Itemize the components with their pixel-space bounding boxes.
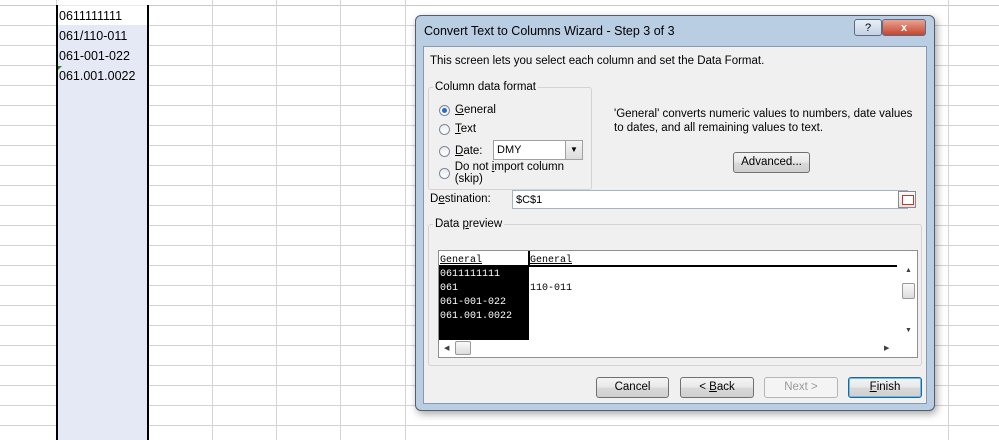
destination-input[interactable]: $C$1 [512, 190, 908, 209]
next-button[interactable]: Next > [764, 377, 838, 398]
preview-header-row [439, 251, 897, 267]
preview-vertical-scrollbar[interactable]: ▲ ▼ [900, 267, 917, 341]
cell-value[interactable]: 061-001-022 [59, 49, 130, 63]
radio-button[interactable] [439, 167, 450, 179]
group-legend: Column data format [433, 81, 538, 93]
dialog-title: Convert Text to Columns Wizard - Step 3 … [424, 24, 675, 38]
radio-button[interactable] [439, 145, 450, 157]
gridline [948, 0, 949, 440]
help-button[interactable]: ? [854, 19, 882, 36]
cell-value[interactable]: 0611111111 [59, 9, 122, 23]
preview-horizontal-scrollbar[interactable]: ◀ ▶ [439, 340, 899, 357]
column-format-group: Column data format General Text Date: Do… [428, 81, 592, 190]
radio-text[interactable]: Text [439, 121, 476, 137]
preview-cell: 0611111111 [440, 269, 501, 280]
back-button[interactable]: < Back [680, 377, 754, 398]
advanced-button[interactable]: Advanced... [733, 152, 810, 173]
preview-column-header[interactable]: General [440, 255, 482, 266]
scroll-thumb[interactable] [455, 341, 471, 355]
cancel-button[interactable]: Cancel [596, 377, 669, 398]
date-format-select[interactable]: DMY ▼ [493, 140, 583, 160]
radio-label: Date: [455, 145, 483, 157]
radio-general[interactable]: General [439, 102, 496, 118]
radio-button[interactable] [439, 104, 450, 116]
radio-label: Text [455, 123, 477, 135]
text-to-columns-dialog: Convert Text to Columns Wizard - Step 3 … [415, 15, 935, 411]
gridline [276, 0, 277, 440]
gridline [0, 425, 999, 426]
radio-button[interactable] [439, 123, 450, 135]
destination-value: $C$1 [516, 194, 543, 206]
destination-label: Destination: [430, 193, 491, 205]
group-legend: Data preview [433, 218, 505, 230]
format-explanation: 'General' converts numeric values to num… [614, 108, 913, 134]
gridline [340, 0, 341, 440]
gridline [405, 0, 406, 440]
cell-value[interactable]: 061/110-011 [59, 29, 127, 43]
preview-cell: 061-001-022 [440, 297, 507, 308]
scroll-down-icon[interactable]: ▼ [905, 327, 912, 334]
data-preview-pane[interactable]: General General 0611111111 061 061-001-0… [438, 250, 918, 358]
collapse-dialog-icon[interactable] [898, 191, 916, 208]
close-button[interactable]: x [882, 19, 926, 36]
preview-cell: 061 [440, 283, 459, 294]
finish-button[interactable]: Finish [848, 377, 922, 398]
cell-value[interactable]: 061.001.0022 [59, 69, 135, 83]
radio-label: General [455, 104, 496, 116]
scroll-thumb[interactable] [902, 283, 915, 299]
title-bar[interactable]: Convert Text to Columns Wizard - Step 3 … [416, 16, 934, 46]
radio-skip-column[interactable]: Do not import column (skip) [439, 161, 591, 185]
chevron-down-icon[interactable]: ▼ [565, 141, 582, 159]
preview-cell: 061.001.0022 [440, 311, 513, 322]
radio-label: Do not import column (skip) [454, 161, 565, 185]
scroll-up-icon[interactable]: ▲ [905, 267, 912, 274]
column-header-strip [0, 0, 999, 6]
dialog-client-area: This screen lets you select each column … [423, 46, 927, 404]
scroll-left-icon[interactable]: ◀ [444, 344, 449, 352]
gridline [212, 0, 213, 440]
scroll-right-icon[interactable]: ▶ [884, 344, 889, 352]
radio-date[interactable]: Date: [439, 143, 483, 159]
preview-column-header[interactable]: General [530, 255, 572, 266]
preview-cell: 110-011 [530, 283, 573, 294]
date-format-value: DMY [497, 144, 522, 156]
step-description: This screen lets you select each column … [430, 55, 765, 67]
